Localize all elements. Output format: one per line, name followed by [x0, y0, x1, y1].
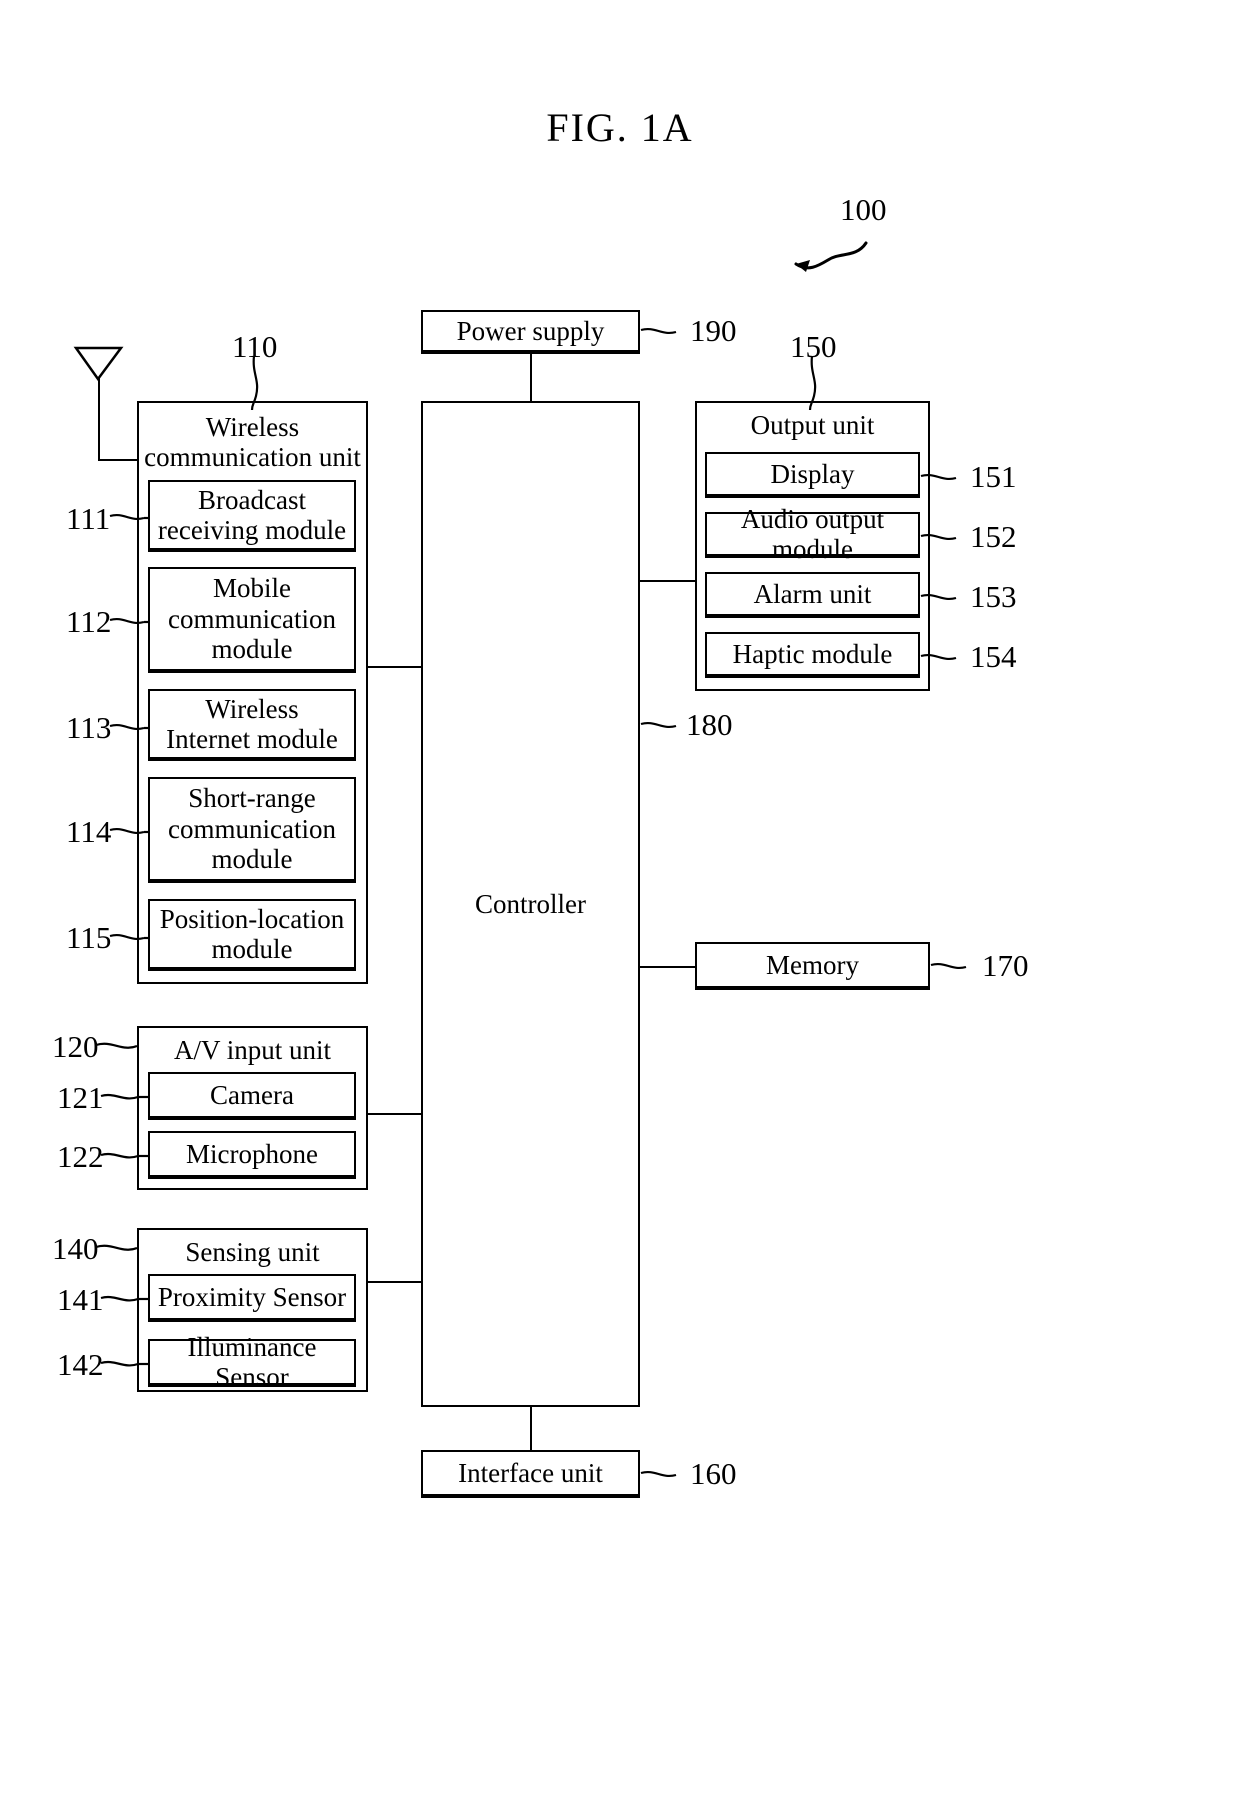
- leader-142: [100, 1360, 139, 1367]
- broadcast-receiving-module-label: Broadcast receiving module: [157, 484, 347, 546]
- ref-numeral-151: 151: [970, 459, 1017, 494]
- haptic-module-block: Haptic module: [705, 632, 920, 678]
- ref-numeral-150: 150: [790, 329, 837, 364]
- broadcast-receiving-module-block: Broadcast receiving module: [148, 480, 356, 552]
- leader-121: [100, 1093, 139, 1100]
- ref-numeral-111: 111: [66, 501, 111, 536]
- position-location-module-label: Position-location module: [159, 903, 345, 965]
- sensing-unit-label: Sensing unit: [185, 1237, 320, 1267]
- power-supply-label: Power supply: [456, 315, 605, 346]
- line-controller-to-output: [639, 580, 695, 582]
- antenna-icon: [73, 346, 124, 382]
- leader-141: [100, 1295, 139, 1302]
- leader-160: [640, 1471, 677, 1477]
- figure-title: FIG. 1A: [546, 105, 694, 150]
- ref-numeral-170: 170: [982, 948, 1029, 983]
- proximity-sensor-block: Proximity Sensor: [148, 1274, 356, 1322]
- leader-122: [100, 1152, 139, 1159]
- leader-170: [930, 963, 967, 969]
- audio-output-module-block: Audio output module: [705, 504, 920, 564]
- short-range-communication-module-label: Short-range communication module: [168, 783, 336, 875]
- ref-numeral-154: 154: [970, 639, 1017, 674]
- leader-120: [95, 1042, 138, 1049]
- ref-numeral-190: 190: [690, 313, 737, 348]
- ref-numeral-152: 152: [970, 519, 1017, 554]
- alarm-unit-label: Alarm unit: [753, 578, 872, 609]
- line-controller-to-memory: [639, 966, 695, 968]
- ref-numeral-121: 121: [57, 1080, 104, 1115]
- ref-numeral-141: 141: [57, 1282, 104, 1317]
- haptic-module-label: Haptic module: [732, 638, 893, 669]
- interface-unit-block: Interface unit: [421, 1450, 640, 1498]
- ref-numeral-110: 110: [232, 329, 278, 364]
- ref-numeral-120: 120: [52, 1029, 99, 1064]
- controller-block: Controller: [421, 401, 640, 1407]
- camera-label: Camera: [210, 1079, 294, 1110]
- controller-label: Controller: [475, 888, 586, 919]
- position-location-module-block: Position-location module: [148, 899, 356, 971]
- wireless-communication-unit-label: Wireless communication unit: [144, 412, 361, 472]
- short-range-communication-module-block: Short-range communication module: [148, 777, 356, 883]
- ref-numeral-180: 180: [686, 707, 733, 742]
- ref-numeral-153: 153: [970, 579, 1017, 614]
- ref-numeral-115: 115: [66, 920, 112, 955]
- audio-output-module-label: Audio output module: [740, 503, 885, 565]
- line-controller-to-interface: [530, 1406, 532, 1450]
- line-sensing-to-controller: [368, 1281, 424, 1283]
- line-wireless-to-controller: [368, 666, 424, 668]
- wireless-internet-module-label: Wireless Internet module: [166, 693, 338, 755]
- display-label: Display: [770, 458, 855, 489]
- wireless-internet-module-block: Wireless Internet module: [148, 689, 356, 761]
- line-power-to-controller: [530, 352, 532, 402]
- ref-numeral-122: 122: [57, 1139, 104, 1174]
- proximity-sensor-label: Proximity Sensor: [157, 1281, 347, 1312]
- ref-numeral-160: 160: [690, 1456, 737, 1491]
- ref-numeral-100: 100: [840, 192, 887, 227]
- interface-unit-label: Interface unit: [458, 1457, 603, 1488]
- leader-180: [640, 722, 677, 728]
- line-antenna-to-wireless: [98, 459, 140, 461]
- microphone-block: Microphone: [148, 1131, 356, 1179]
- illuminance-sensor-label: Illuminance Sensor: [187, 1331, 317, 1393]
- mobile-communication-module-block: Mobile communication module: [148, 567, 356, 673]
- ref-numeral-114: 114: [66, 814, 112, 849]
- camera-block: Camera: [148, 1072, 356, 1120]
- line-antenna-stem: [98, 378, 100, 460]
- illuminance-sensor-block: Illuminance Sensor: [148, 1332, 356, 1392]
- leader-140: [95, 1244, 138, 1251]
- leader-190: [640, 328, 677, 334]
- ref-numeral-113: 113: [66, 710, 112, 745]
- device-reference-arrow-icon: [794, 241, 868, 272]
- ref-numeral-140: 140: [52, 1231, 99, 1266]
- av-input-unit-label: A/V input unit: [173, 1035, 332, 1065]
- memory-block: Memory: [695, 942, 930, 990]
- mobile-communication-module-label: Mobile communication module: [168, 573, 336, 665]
- output-unit-label: Output unit: [750, 410, 875, 440]
- display-block: Display: [705, 452, 920, 498]
- ref-numeral-112: 112: [66, 604, 112, 639]
- microphone-label: Microphone: [186, 1138, 318, 1169]
- line-av-to-controller: [368, 1113, 424, 1115]
- alarm-unit-block: Alarm unit: [705, 572, 920, 618]
- power-supply-block: Power supply: [421, 310, 640, 354]
- ref-numeral-142: 142: [57, 1347, 104, 1382]
- memory-label: Memory: [766, 949, 859, 980]
